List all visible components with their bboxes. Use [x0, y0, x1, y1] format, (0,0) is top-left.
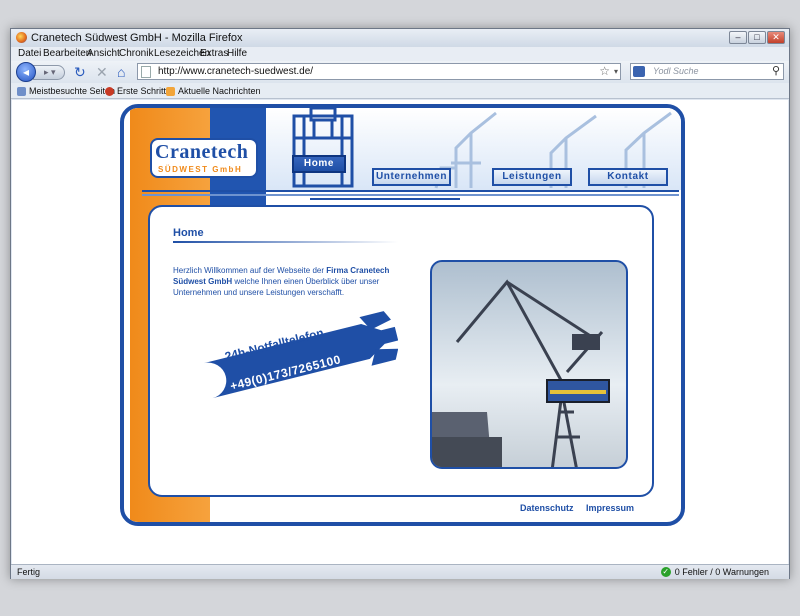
intro-text-start: Herzlich Willkommen auf der Webseite der	[173, 266, 327, 275]
search-icon[interactable]: ⚲	[772, 64, 780, 79]
firefox-bookmark-icon	[105, 86, 114, 96]
reload-icon[interactable]: ↻	[74, 64, 86, 80]
nav-leistungen[interactable]: Leistungen	[492, 168, 572, 186]
url-dropdown-icon[interactable]: ▾	[614, 64, 618, 79]
search-input[interactable]: Yodl Suche	[653, 64, 699, 79]
emergency-hotline-wrench[interactable]: 24h-Notfalltelefon +49(0)173/7265100	[168, 307, 399, 417]
firefox-icon	[16, 32, 27, 43]
content-panel: Home Herzlich Willkommen auf der Webseit…	[148, 205, 654, 497]
close-button[interactable]: ✕	[767, 31, 785, 44]
cranetech-logo[interactable]: Cranetech SÜDWEST GmbH	[150, 138, 258, 178]
footer-link-impressum[interactable]: Impressum	[586, 503, 634, 513]
search-engine-icon[interactable]	[633, 66, 645, 77]
menu-ansicht[interactable]: Ansicht	[87, 48, 120, 59]
validator-text: 0 Fehler / 0 Warnungen	[674, 567, 769, 577]
menu-chronik[interactable]: Chronik	[119, 48, 153, 59]
status-text: Fertig	[17, 567, 41, 577]
menu-bar: Datei Bearbeiten Ansicht Chronik Lesezei…	[11, 47, 789, 61]
rss-icon	[166, 86, 175, 96]
browser-window: Cranetech Südwest GmbH - Mozilla Firefox…	[10, 28, 790, 579]
container-crane-graphic	[286, 108, 360, 190]
validator-status[interactable]: ✓ 0 Fehler / 0 Warnungen	[660, 567, 769, 577]
check-icon: ✓	[660, 567, 671, 577]
intro-text: Herzlich Willkommen auf der Webseite der…	[173, 265, 405, 298]
nav-kontakt[interactable]: Kontakt	[588, 168, 668, 186]
bookmark-star-icon[interactable]: ☆	[599, 64, 610, 79]
stop-icon[interactable]: ✕	[96, 64, 108, 80]
menu-hilfe[interactable]: Hilfe	[227, 48, 247, 59]
crane-photo	[430, 260, 628, 469]
back-button[interactable]: ◂	[16, 62, 36, 82]
logo-subtext: SÜDWEST GmbH	[158, 165, 243, 174]
bookmark-label: Erste Schritte	[117, 86, 172, 96]
menu-extras[interactable]: Extras	[200, 48, 228, 59]
website-frame: Cranetech SÜDWEST GmbH Home Unternehmen …	[120, 104, 685, 526]
nav-home[interactable]: Home	[292, 155, 346, 173]
forward-button[interactable]: ▸ ▾	[33, 65, 65, 80]
status-bar: Fertig ✓ 0 Fehler / 0 Warnungen	[11, 564, 789, 579]
search-bar[interactable]: Yodl Suche ⚲	[630, 63, 784, 80]
home-icon[interactable]: ⌂	[117, 64, 125, 80]
minimize-button[interactable]: –	[729, 31, 747, 44]
bookmarks-toolbar: Meistbesuchte Seiten Erste Schritte Aktu…	[11, 83, 789, 99]
window-title: Cranetech Südwest GmbH - Mozilla Firefox	[31, 32, 243, 44]
crane-image	[432, 279, 610, 467]
menu-bearbeiten[interactable]: Bearbeiten	[43, 48, 91, 59]
footer-link-datenschutz[interactable]: Datenschutz	[520, 503, 574, 513]
nav-unternehmen[interactable]: Unternehmen	[372, 168, 451, 186]
menu-datei[interactable]: Datei	[18, 48, 41, 59]
title-underline	[173, 241, 398, 243]
bookmark-label: Meistbesuchte Seiten	[29, 86, 116, 96]
title-bar: Cranetech Südwest GmbH - Mozilla Firefox…	[11, 29, 789, 47]
bookmark-erste-schritte[interactable]: Erste Schritte	[105, 86, 171, 96]
url-text: http://www.cranetech-suedwest.de/	[158, 66, 314, 77]
navigation-toolbar: ▸ ▾ ◂ ↻ ✕ ⌂ http://www.cranetech-suedwes…	[11, 61, 789, 83]
header-divider-lines	[130, 190, 679, 204]
page-icon	[141, 66, 151, 78]
bookmark-label: Aktuelle Nachrichten	[178, 86, 261, 96]
page-content: Cranetech SÜDWEST GmbH Home Unternehmen …	[12, 100, 788, 565]
maximize-button[interactable]: □	[748, 31, 766, 44]
logo-text: Cranetech	[155, 141, 249, 163]
bookmark-aktuelle-nachrichten[interactable]: Aktuelle Nachrichten	[166, 86, 261, 96]
bookmark-folder-icon	[17, 86, 26, 96]
page-title: Home	[173, 227, 204, 239]
wrench-graphic: 24h-Notfalltelefon +49(0)173/7265100	[184, 311, 399, 399]
url-bar[interactable]: http://www.cranetech-suedwest.de/ ☆ ▾	[137, 63, 621, 80]
bookmark-meistbesuchte[interactable]: Meistbesuchte Seiten	[17, 86, 115, 96]
